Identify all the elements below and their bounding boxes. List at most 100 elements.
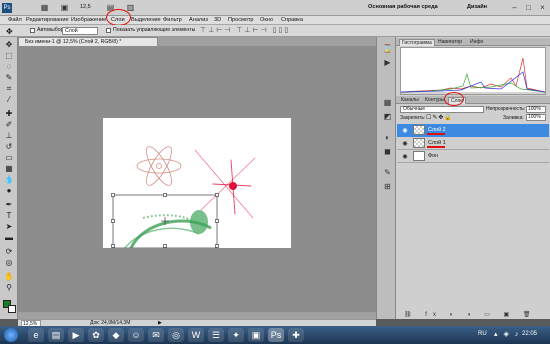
background-thumbnail <box>413 151 425 161</box>
brush-tool-icon[interactable]: ✐ <box>3 120 15 130</box>
eye-icon[interactable]: ◉ <box>401 140 409 148</box>
taskbar-app-icon[interactable]: ✿ <box>88 328 104 342</box>
taskbar-photoshop-icon[interactable]: Ps <box>268 328 284 342</box>
language-indicator[interactable]: RU <box>478 331 487 337</box>
green-brush-shape <box>124 210 212 249</box>
masks-panel-icon[interactable]: ◼ <box>382 146 393 157</box>
minimize-icon[interactable]: ‒ <box>510 3 519 12</box>
styles-panel-icon[interactable]: ◩ <box>382 111 393 122</box>
taskbar-app-icon[interactable]: ☰ <box>208 328 224 342</box>
eyedropper-tool-icon[interactable]: ⁄ <box>3 95 15 105</box>
taskbar-word-icon[interactable]: W <box>188 328 204 342</box>
layers-tabs: Каналы Контуры Слои <box>396 96 550 104</box>
layer-name[interactable]: Слой 1 <box>428 137 446 150</box>
blur-tool-icon[interactable]: 💧 <box>3 175 15 185</box>
clone-stamp-icon[interactable]: ⊥ <box>3 131 15 141</box>
menu-3d[interactable]: 3D <box>214 17 221 23</box>
taskbar-app-icon[interactable]: ◎ <box>168 328 184 342</box>
eye-icon[interactable]: ◉ <box>401 153 409 161</box>
tab-info[interactable]: Инфо <box>468 39 485 46</box>
background-color-swatch[interactable] <box>8 305 16 313</box>
clone-source-icon[interactable]: ⊞ <box>382 181 393 192</box>
taskbar-ie-icon[interactable]: e <box>28 328 44 342</box>
dodge-tool-icon[interactable]: ● <box>3 186 15 196</box>
menu-window[interactable]: Окно <box>260 17 273 23</box>
tab-navigator[interactable]: Навигатор <box>436 39 464 46</box>
show-controls-checkbox[interactable] <box>106 28 111 33</box>
menu-file[interactable]: Файл <box>8 17 22 23</box>
marquee-tool-icon[interactable]: ⬚ <box>3 51 15 61</box>
taskbar-app-icon[interactable]: ◆ <box>108 328 124 342</box>
taskbar-explorer-icon[interactable]: ▤ <box>48 328 64 342</box>
menu-edit[interactable]: Редактирование <box>26 17 69 23</box>
taskbar-app-icon[interactable]: ▣ <box>248 328 264 342</box>
opacity-label: Непрозрачность: <box>486 106 526 112</box>
eraser-tool-icon[interactable]: ▭ <box>3 153 15 163</box>
history-panel-icon[interactable]: ⌛ <box>382 43 393 54</box>
blend-mode-select[interactable]: Обычные <box>400 106 484 113</box>
autoselect-select[interactable]: Слой <box>62 26 98 35</box>
lock-icons[interactable]: ☐✎✥🔒 <box>426 114 453 121</box>
menu-image[interactable]: Изображение <box>71 17 106 23</box>
document-tab[interactable]: Без имени-1 @ 12,5% (Слой 2, RGB/8) * <box>18 37 158 46</box>
eye-icon[interactable]: ◉ <box>401 127 409 135</box>
quick-select-tool-icon[interactable]: ✎ <box>3 73 15 83</box>
tab-channels[interactable]: Каналы <box>399 97 421 104</box>
shape-tool-icon[interactable]: ▬ <box>3 233 15 243</box>
fill-label: Заливка: <box>503 115 524 121</box>
taskbar-mediaplayer-icon[interactable]: ▶ <box>68 328 84 342</box>
layer-name[interactable]: Слой 2 <box>428 124 446 137</box>
taskbar-app-icon[interactable]: ✦ <box>228 328 244 342</box>
healing-brush-icon[interactable]: ✚ <box>3 109 15 119</box>
adjustments-panel-icon[interactable]: ◐ <box>382 132 393 143</box>
swatches-panel-icon[interactable]: ▦ <box>382 97 393 108</box>
menu-analysis[interactable]: Анализ <box>189 17 208 23</box>
actions-panel-icon[interactable]: ▶ <box>382 57 393 68</box>
zoom-tool-icon[interactable]: ⚲ <box>3 283 15 293</box>
taskbar-app-icon[interactable]: ✉ <box>148 328 164 342</box>
opacity-input[interactable]: 100% <box>526 106 546 113</box>
zoom-level-box[interactable]: 12,5 <box>80 4 91 10</box>
autoselect-checkbox[interactable] <box>30 28 35 33</box>
close-icon[interactable]: × <box>538 3 547 12</box>
move-tool-icon[interactable]: ✥ <box>6 27 13 36</box>
start-button[interactable] <box>4 328 18 342</box>
move-tool-icon[interactable]: ✥ <box>3 40 15 50</box>
3d-rotate-icon[interactable]: ⟳ <box>3 247 15 257</box>
minibridge-icon[interactable]: ▣ <box>60 3 69 12</box>
design-workspace-label[interactable]: Дизайн <box>467 4 487 10</box>
taskbar-app-icon[interactable]: ☺ <box>128 328 144 342</box>
taskbar-app-icon[interactable]: ✚ <box>288 328 304 342</box>
type-tool-icon[interactable]: T <box>3 211 15 221</box>
lock-label: Закрепить: <box>400 115 426 121</box>
crop-tool-icon[interactable]: ⌗ <box>3 84 15 94</box>
menu-view[interactable]: Просмотр <box>228 17 254 23</box>
application-bar: Ps ▦ ▣ 12,5 ▤ ▥ Основная рабочая среда Д… <box>0 0 550 16</box>
workspace-label[interactable]: Основная рабочая среда <box>368 4 438 10</box>
gradient-tool-icon[interactable]: ▦ <box>3 164 15 174</box>
history-brush-icon[interactable]: ↺ <box>3 142 15 152</box>
maximize-icon[interactable]: □ <box>524 3 533 12</box>
clock: 22:05 <box>522 331 538 337</box>
photoshop-logo: Ps <box>2 3 12 13</box>
menu-help[interactable]: Справка <box>281 17 303 23</box>
pen-tool-icon[interactable]: ✒ <box>3 200 15 210</box>
layers-footer-icons[interactable]: ⛓ fx ◐ ◑ ▭ ▣ 🗑 <box>404 311 537 318</box>
options-bar: ✥ Автовыбор: Слой Показать управляющие э… <box>0 25 550 37</box>
path-select-icon[interactable]: ➤ <box>3 222 15 232</box>
menu-select[interactable]: Выделение <box>131 17 161 23</box>
image-canvas[interactable] <box>103 118 291 249</box>
lasso-tool-icon[interactable]: ◌ <box>3 62 15 72</box>
tab-histogram[interactable]: Гистограмма <box>399 39 435 46</box>
brushes-panel-icon[interactable]: ✎ <box>382 167 393 178</box>
hand-tool-icon[interactable]: ✋ <box>3 272 15 282</box>
tray-icons[interactable]: ▴ ◈ ♪ <box>494 330 520 338</box>
3d-orbit-icon[interactable]: ◎ <box>3 258 15 268</box>
menu-filter[interactable]: Фильтр <box>163 17 182 23</box>
align-icons[interactable]: ⊤⊥⊢⊣ ⊤⊥⊢⊣ ▯▯▯ <box>200 26 290 34</box>
annotation-underline-layer2 <box>427 133 445 135</box>
fill-input[interactable]: 100% <box>526 114 546 121</box>
layer-name[interactable]: Фон <box>428 150 438 163</box>
histogram-curves <box>400 57 546 94</box>
bridge-icon[interactable]: ▦ <box>40 3 49 12</box>
